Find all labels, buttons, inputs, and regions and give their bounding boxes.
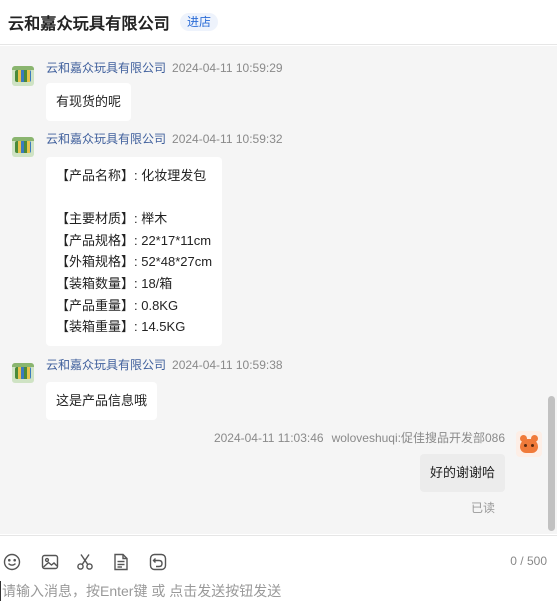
toy-box-icon (12, 137, 34, 157)
sender-name: woloveshuqi:促佳搜品开发部086 (331, 431, 505, 445)
read-status: 已读 (470, 501, 495, 515)
user-avatar (515, 431, 543, 457)
sender-name: 云和嘉众玩具有限公司 (46, 358, 167, 372)
seller-avatar (10, 360, 36, 386)
message-meta: 2024-04-11 11:03:46 woloveshuqi:促佳搜品开发部08… (214, 431, 505, 445)
message-time: 2024-04-11 10:59:38 (172, 358, 283, 372)
input-toolbar: 0 / 500 (0, 535, 557, 583)
seller-avatar (10, 63, 36, 89)
chat-header: 云和嘉众玩具有限公司 进店 (0, 0, 557, 45)
message-bubble: 这是产品信息哦 (46, 382, 158, 420)
message-time: 2024-04-11 11:03:46 (213, 431, 324, 445)
sender-name: 云和嘉众玩具有限公司 (46, 61, 167, 75)
enter-shop-button[interactable]: 进店 (180, 13, 219, 31)
sender-name: 云和嘉众玩具有限公司 (46, 132, 167, 146)
emoji-icon[interactable] (2, 552, 22, 572)
shop-name: 云和嘉众玩具有限公司 (8, 16, 171, 33)
document-icon[interactable] (111, 552, 131, 572)
message-time: 2024-04-11 10:59:32 (172, 132, 283, 146)
message-time: 2024-04-11 10:59:29 (172, 61, 283, 75)
message-input-area (0, 578, 557, 601)
message-bubble: 【产品名称】: 化妆理发包 【主要材质】: 榉木 【产品规格】: 22*17*1… (46, 157, 223, 346)
history-icon[interactable] (148, 552, 168, 572)
message-list[interactable]: 云和嘉众玩具有限公司 2024-04-11 10:59:29 有现货的呢 云和嘉众… (0, 46, 557, 534)
image-icon[interactable] (40, 552, 60, 572)
message-meta: 云和嘉众玩具有限公司 2024-04-11 10:59:38 (46, 358, 283, 372)
message-meta: 云和嘉众玩具有限公司 2024-04-11 10:59:29 (46, 61, 283, 75)
scissors-icon[interactable] (75, 552, 95, 572)
char-counter: 0 / 500 (510, 554, 547, 568)
message-bubble: 好的谢谢哈 (419, 454, 505, 492)
message-input[interactable] (0, 581, 540, 601)
scrollbar-thumb[interactable] (548, 396, 555, 531)
message-bubble: 有现货的呢 (46, 83, 132, 121)
toy-box-icon (12, 66, 34, 86)
message-meta: 云和嘉众玩具有限公司 2024-04-11 10:59:32 (46, 132, 283, 146)
toy-box-icon (12, 363, 34, 383)
seller-avatar (10, 134, 36, 160)
